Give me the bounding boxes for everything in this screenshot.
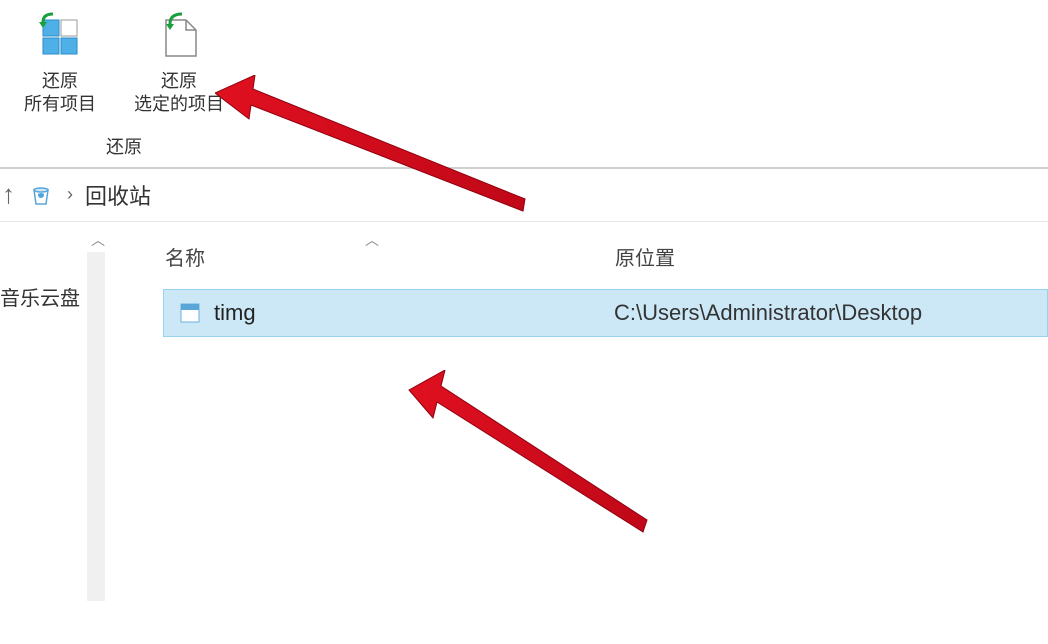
recycle-bin-icon <box>27 181 55 209</box>
file-location: C:\Users\Administrator\Desktop <box>614 300 922 326</box>
ribbon-toolbar: 还原 所有项目 还原 选定的项目 还原 <box>0 0 1048 167</box>
breadcrumb-separator: › <box>67 184 73 205</box>
breadcrumb-location[interactable]: 回收站 <box>85 179 151 211</box>
restore-selected-label: 还原 选定的项目 <box>134 70 224 117</box>
restore-selected-button[interactable]: 还原 选定的项目 <box>130 8 228 121</box>
file-row[interactable]: timg C:\Users\Administrator\Desktop <box>163 289 1048 337</box>
navigation-sidebar: ︿ 音乐云盘 <box>0 222 105 601</box>
file-name: timg <box>214 300 614 326</box>
sidebar-scrollbar[interactable] <box>87 252 105 601</box>
ribbon-buttons-row: 还原 所有项目 还原 选定的项目 <box>20 8 228 121</box>
column-header-location[interactable]: 原位置 <box>615 242 1048 271</box>
up-arrow-button[interactable]: ↑ <box>0 179 15 210</box>
ribbon-group-restore: 还原 所有项目 还原 选定的项目 还原 <box>20 8 228 167</box>
restore-selected-icon <box>154 12 204 62</box>
content-area: ︿ 音乐云盘 名称 ︿ 原位置 timg C:\Users\Administra… <box>0 222 1048 601</box>
ribbon-group-label: 还原 <box>20 133 228 159</box>
file-icon <box>178 301 202 325</box>
column-header-name[interactable]: 名称 ︿ <box>165 242 615 271</box>
sidebar-scroll-up-icon[interactable]: ︿ <box>91 230 105 250</box>
restore-all-label: 还原 所有项目 <box>24 70 96 117</box>
file-list-area: 名称 ︿ 原位置 timg C:\Users\Administrator\Des… <box>105 222 1048 601</box>
restore-all-icon <box>35 12 85 62</box>
restore-all-button[interactable]: 还原 所有项目 <box>20 8 100 121</box>
sort-indicator-icon: ︿ <box>365 230 379 250</box>
column-headers: 名称 ︿ 原位置 <box>105 222 1048 289</box>
address-bar: ↑ › 回收站 <box>0 169 1048 222</box>
